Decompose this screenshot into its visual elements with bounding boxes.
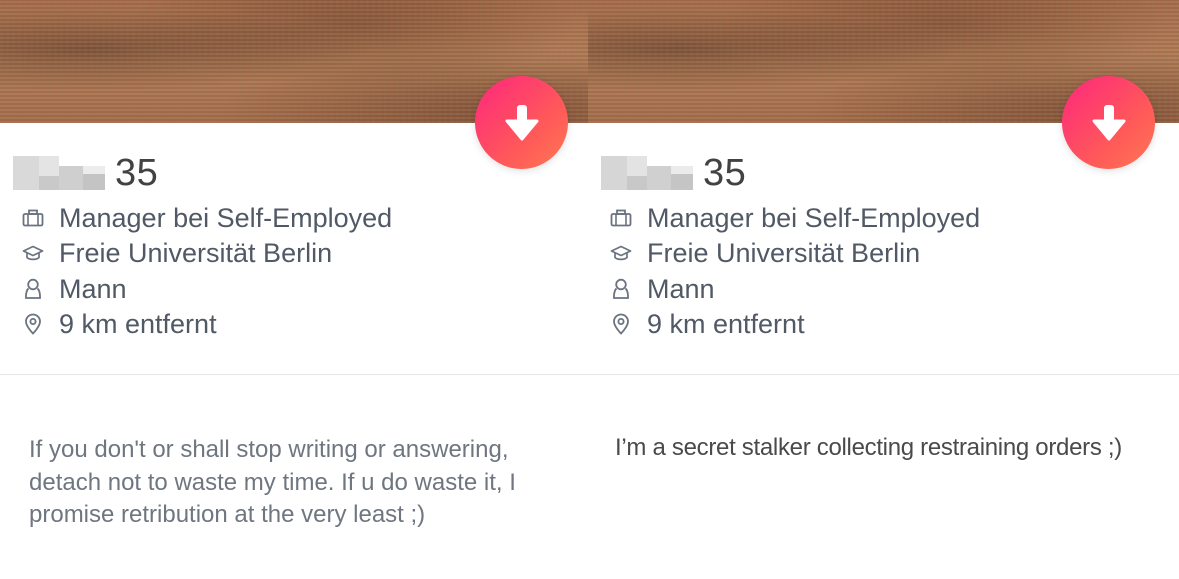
location-pin-icon <box>610 313 632 335</box>
divider <box>0 374 588 375</box>
school-text: Freie Universität Berlin <box>647 237 921 268</box>
school-row: Freie Universität Berlin <box>610 237 920 269</box>
profile-card-right: 35 Manager bei Self-Employed Freie Unive… <box>588 0 1179 579</box>
name-age-row: 35 <box>601 150 746 196</box>
graduation-cap-icon <box>610 242 632 264</box>
profile-card-left: 35 Manager bei Self-Employed Freie Unive… <box>0 0 588 579</box>
gender-row: Mann <box>610 273 715 305</box>
distance-text: 9 km entfernt <box>647 308 805 339</box>
job-text: Manager bei Self-Employed <box>647 202 981 233</box>
school-text: Freie Universität Berlin <box>59 237 333 268</box>
person-icon <box>610 278 632 300</box>
collapse-profile-button[interactable] <box>1062 76 1155 169</box>
job-row: Manager bei Self-Employed <box>610 202 980 234</box>
briefcase-icon <box>22 207 44 229</box>
distance-row: 9 km entfernt <box>22 308 217 340</box>
blurred-name <box>13 152 105 194</box>
profile-age: 35 <box>115 151 159 194</box>
distance-text: 9 km entfernt <box>59 308 217 339</box>
job-row: Manager bei Self-Employed <box>22 202 392 234</box>
graduation-cap-icon <box>22 242 44 264</box>
collapse-profile-button[interactable] <box>475 76 568 169</box>
profile-bio: If you don't or shall stop writing or an… <box>29 436 516 528</box>
divider <box>588 374 1179 375</box>
person-icon <box>22 278 44 300</box>
blurred-name <box>601 152 693 194</box>
arrow-down-icon <box>505 104 538 140</box>
profile-age: 35 <box>703 151 747 194</box>
distance-row: 9 km entfernt <box>610 308 805 340</box>
gender-row: Mann <box>22 273 127 305</box>
arrow-down-icon <box>1092 104 1125 140</box>
gender-text: Mann <box>647 273 715 304</box>
briefcase-icon <box>610 207 632 229</box>
location-pin-icon <box>22 313 44 335</box>
profile-bio: I’m a secret stalker collecting restrain… <box>615 434 1122 461</box>
name-age-row: 35 <box>13 150 158 196</box>
gender-text: Mann <box>59 273 127 304</box>
school-row: Freie Universität Berlin <box>22 237 332 269</box>
job-text: Manager bei Self-Employed <box>59 202 393 233</box>
